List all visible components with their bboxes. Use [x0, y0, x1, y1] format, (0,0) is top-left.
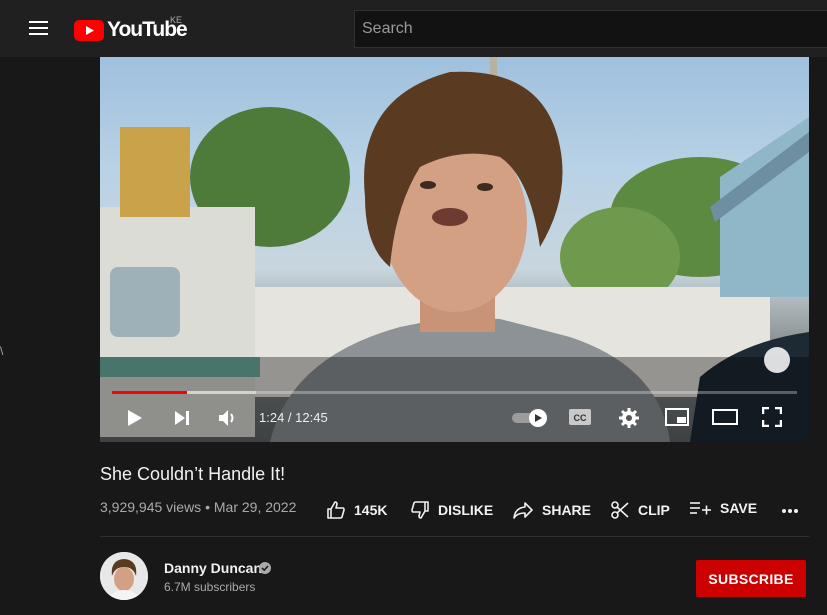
- autoplay-toggle[interactable]: [512, 408, 550, 428]
- like-count: 145K: [354, 502, 388, 518]
- next-icon[interactable]: [173, 409, 191, 427]
- video-frame: [100, 57, 809, 442]
- search-input[interactable]: [354, 10, 827, 48]
- hamburger-menu-button[interactable]: [29, 19, 49, 35]
- subscriber-count: 6.7M subscribers: [164, 580, 256, 594]
- video-player[interactable]: 1:24 / 12:45 CC: [100, 57, 809, 442]
- save-button[interactable]: SAVE: [690, 500, 757, 516]
- clip-button[interactable]: CLIP: [610, 500, 670, 520]
- more-actions-icon[interactable]: [781, 508, 799, 514]
- video-title: She Couldn’t Handle It!: [100, 464, 286, 484]
- meta-separator: •: [205, 499, 210, 515]
- clip-label: CLIP: [638, 502, 670, 518]
- channel-watermark[interactable]: [764, 347, 790, 373]
- country-code: KE: [170, 15, 183, 25]
- divider: [100, 536, 809, 537]
- progress-played: [112, 391, 187, 394]
- view-count: 3,929,945 views: [100, 499, 202, 515]
- dislike-button[interactable]: DISLIKE: [410, 500, 493, 520]
- volume-icon[interactable]: [218, 409, 238, 427]
- fullscreen-icon[interactable]: [762, 407, 782, 427]
- thumbs-down-icon: [411, 501, 429, 519]
- youtube-play-logo-icon: [74, 19, 104, 41]
- verified-badge-icon: [259, 562, 271, 574]
- subscribe-button[interactable]: SUBSCRIBE: [696, 560, 806, 597]
- share-label: SHARE: [542, 502, 592, 518]
- settings-icon[interactable]: [618, 407, 640, 429]
- time-display: 1:24 / 12:45: [259, 410, 328, 425]
- upload-date: Mar 29, 2022: [213, 499, 297, 515]
- video-meta: 3,929,945 views • Mar 29, 2022: [100, 499, 296, 515]
- channel-avatar[interactable]: [100, 552, 148, 600]
- theater-icon[interactable]: [712, 409, 738, 425]
- avatar-image: [100, 552, 148, 600]
- captions-icon[interactable]: CC: [569, 409, 591, 425]
- playlist-add-icon: [690, 502, 711, 515]
- share-icon: [513, 502, 533, 519]
- masthead: YouTube KE: [0, 0, 827, 57]
- thumbs-up-icon: [327, 501, 345, 519]
- captions-label: CC: [574, 413, 587, 423]
- share-button[interactable]: SHARE: [512, 500, 591, 520]
- save-label: SAVE: [720, 500, 758, 516]
- scissors-icon: [611, 501, 629, 519]
- like-button[interactable]: 145K: [326, 500, 387, 520]
- progress-bar[interactable]: [112, 391, 797, 394]
- edge-glyph: \: [0, 344, 4, 358]
- channel-name[interactable]: Danny Duncan: [164, 560, 262, 576]
- play-icon[interactable]: [126, 409, 144, 427]
- dislike-label: DISLIKE: [438, 502, 494, 518]
- miniplayer-icon[interactable]: [665, 408, 689, 426]
